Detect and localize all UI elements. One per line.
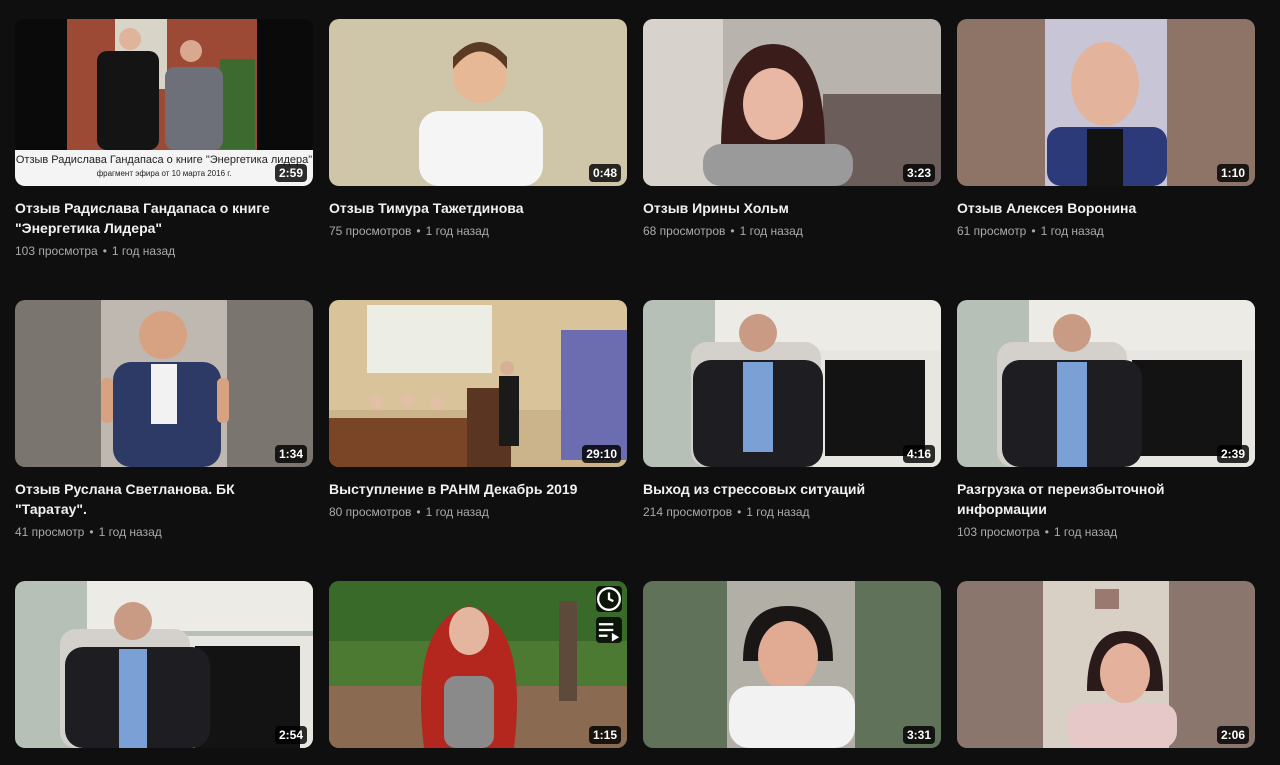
video-thumbnail[interactable]: 1:34 [15,300,313,467]
video-meta: 80 просмотров • 1 год назад [329,503,627,521]
video-card[interactable]: 3:31 [643,581,941,748]
video-card[interactable]: 0:48 Отзыв Тимура Тажетдинова 75 просмот… [329,19,627,240]
thumbnail-image [329,300,627,467]
video-title[interactable]: Отзыв Радислава Гандапаса о книге "Энерг… [15,198,295,238]
video-card[interactable]: 3:23 Отзыв Ирины Хольм 68 просмотров • 1 г… [643,19,941,240]
upload-age: 1 год назад [425,224,489,238]
duration-badge: 2:06 [1216,726,1249,744]
upload-age: 1 год назад [746,505,810,519]
video-title[interactable]: Выход из стрессовых ситуаций [643,479,923,499]
duration-badge: 1:10 [1216,164,1249,182]
video-card[interactable]: 1:10 Отзыв Алексея Воронина 61 просмотр •… [957,19,1255,240]
thumbnail-image [329,19,627,186]
clock-icon[interactable] [596,586,622,612]
video-meta: 68 просмотров • 1 год назад [643,222,941,240]
upload-age: 1 год назад [1040,224,1104,238]
duration-badge: 2:39 [1216,445,1249,463]
video-card[interactable]: Отзыв Радислава Гандапаса о книге "Энерг… [15,19,313,260]
view-count: 103 просмотра [957,525,1040,539]
meta-separator: • [89,525,94,539]
video-meta: 41 просмотр • 1 год назад [15,523,313,541]
video-thumbnail[interactable]: 29:10 [329,300,627,467]
video-thumbnail[interactable]: 2:06 [957,581,1255,748]
thumbnail-image [643,581,941,748]
upload-age: 1 год назад [739,224,803,238]
upload-age: 1 год назад [111,244,176,258]
video-title[interactable]: Отзыв Тимура Тажетдинова [329,198,609,218]
upload-age: 1 год назад [425,505,489,519]
thumbnail-caption: Отзыв Радислава Гандапаса о книге "Энерг… [15,150,313,186]
video-thumbnail[interactable]: Отзыв Радислава Гандапаса о книге "Энерг… [15,19,313,186]
meta-separator: • [416,505,421,519]
thumbnail-image [643,19,941,186]
video-card[interactable]: 1:15 [329,581,627,748]
video-meta: 61 просмотр • 1 год назад [957,222,1255,240]
video-card[interactable]: 29:10 Выступление в РАНМ Декабрь 2019 80… [329,300,627,521]
video-title[interactable]: Разгрузка от переизбыточной информации [957,479,1237,519]
caption-line: Отзыв Радислава Гандапаса о книге "Энерг… [15,154,313,166]
video-title[interactable]: Выступление в РАНМ Декабрь 2019 [329,479,609,499]
view-count: 68 просмотров [643,224,726,238]
view-count: 75 просмотров [329,224,412,238]
video-title[interactable]: Отзыв Алексея Воронина [957,198,1237,218]
video-card[interactable]: 2:06 [957,581,1255,748]
video-meta: 75 просмотров • 1 год назад [329,222,627,240]
thumbnail-image [329,581,627,748]
thumbnail-image [957,300,1255,467]
duration-badge: 29:10 [582,445,621,463]
video-thumbnail[interactable]: 2:39 [957,300,1255,467]
duration-badge: 4:16 [902,445,935,463]
meta-separator: • [416,224,421,238]
view-count: 80 просмотров [329,505,412,519]
video-thumbnail[interactable]: 1:15 [329,581,627,748]
thumbnail-image [15,581,313,748]
duration-badge: 0:48 [588,164,621,182]
thumbnail-image [643,300,941,467]
duration-badge: 1:15 [588,726,621,744]
meta-separator: • [1031,224,1036,238]
caption-subline: фрагмент эфира от 10 марта 2016 г. [96,169,232,178]
duration-badge: 3:23 [902,164,935,182]
video-thumbnail[interactable]: 3:23 [643,19,941,186]
video-card[interactable]: 4:16 Выход из стрессовых ситуаций 214 пр… [643,300,941,521]
video-thumbnail[interactable]: 4:16 [643,300,941,467]
upload-age: 1 год назад [1053,525,1118,539]
view-count: 61 просмотр [957,224,1027,238]
video-title[interactable]: Отзыв Ирины Хольм [643,198,923,218]
video-card[interactable]: 2:39 Разгрузка от переизбыточной информа… [957,300,1255,541]
view-count: 214 просмотров [643,505,733,519]
thumbnail-image [957,19,1255,186]
meta-separator: • [102,244,107,258]
duration-badge: 2:59 [274,164,307,182]
video-thumbnail[interactable]: 0:48 [329,19,627,186]
view-count: 103 просмотра [15,244,98,258]
duration-badge: 1:34 [274,445,307,463]
video-meta: 214 просмотров • 1 год назад [643,503,941,521]
video-card[interactable]: 2:54 [15,581,313,748]
view-count: 41 просмотр [15,525,85,539]
duration-badge: 3:31 [902,726,935,744]
video-thumbnail[interactable]: 3:31 [643,581,941,748]
meta-separator: • [737,505,742,519]
thumbnail-image [15,300,313,467]
upload-age: 1 год назад [98,525,162,539]
video-grid: Отзыв Радислава Гандапаса о книге "Энерг… [0,0,1280,765]
meta-separator: • [730,224,735,238]
video-thumbnail[interactable]: 2:54 [15,581,313,748]
duration-badge: 2:54 [274,726,307,744]
meta-separator: • [1044,525,1049,539]
video-thumbnail[interactable]: 1:10 [957,19,1255,186]
thumbnail-image [957,581,1255,748]
video-meta: 103 просмотра • 1 год назад [15,242,313,260]
video-meta: 103 просмотра • 1 год назад [957,523,1255,541]
video-title[interactable]: Отзыв Руслана Светланова. БК "Таратау". [15,479,295,519]
video-card[interactable]: 1:34 Отзыв Руслана Светланова. БК "Тарат… [15,300,313,541]
add-to-queue-icon[interactable] [596,617,622,643]
